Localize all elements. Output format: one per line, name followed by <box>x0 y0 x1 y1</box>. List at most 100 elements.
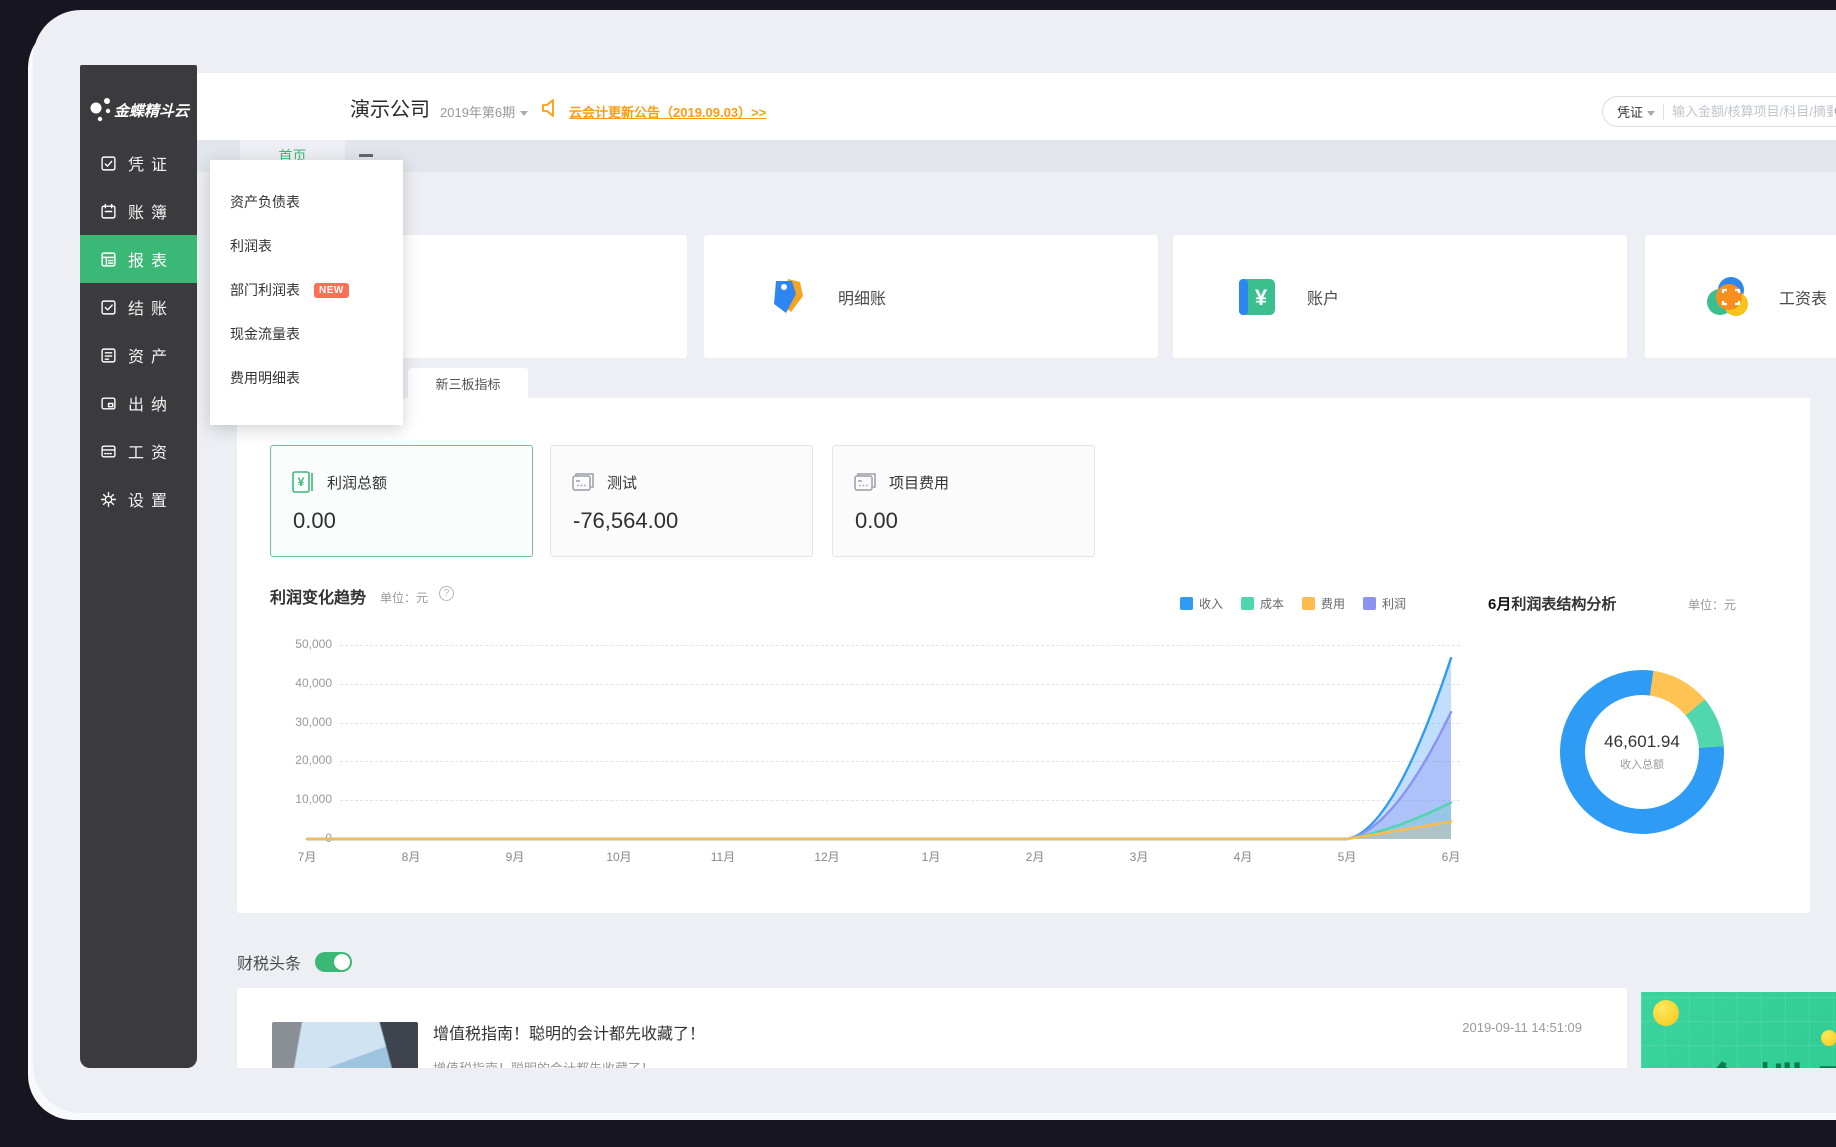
tab-collapse-icon[interactable] <box>359 154 373 157</box>
legend-swatch <box>1241 597 1254 610</box>
check-icon <box>100 299 117 316</box>
trend-legend: 收入 成本 费用 利润 <box>1180 595 1406 612</box>
menu-item-income-statement[interactable]: 利润表 <box>210 224 403 268</box>
trend-chart-unit: 单位：元 <box>380 589 428 606</box>
news-thumbnail[interactable] <box>272 1022 418 1068</box>
legend-item-收入[interactable]: 收入 <box>1180 595 1223 612</box>
quick-card-payroll-sheet[interactable]: 工资表 <box>1645 235 1836 358</box>
gridline <box>340 645 1460 646</box>
sidebar-item-settings[interactable]: 设置 <box>80 475 197 523</box>
panel-icon <box>853 470 877 494</box>
sidebar-item-label: 资产 <box>128 343 174 367</box>
banner-dot-icon <box>1821 1030 1836 1046</box>
stat-value: 0.00 <box>855 508 898 534</box>
gridline <box>340 761 1460 762</box>
chevron-down-icon <box>1647 111 1655 116</box>
announcement-link[interactable]: 云会计更新公告（2019.09.03）>> <box>569 102 766 121</box>
sidebar-item-reports[interactable]: 报表 <box>80 235 197 283</box>
legend-item-利润[interactable]: 利润 <box>1363 595 1406 612</box>
sidebar-item-closing[interactable]: 结账 <box>80 283 197 331</box>
panel-icon <box>571 470 595 494</box>
x-axis-tick: 8月 <box>389 848 433 865</box>
menu-item-balance-sheet[interactable]: 资产负债表 <box>210 180 403 224</box>
card-icon <box>100 443 117 460</box>
donut-center-value: 46,601.94 <box>1604 732 1680 752</box>
sidebar-item-books[interactable]: 账簿 <box>80 187 197 235</box>
donut-chart-unit: 单位：元 <box>1688 596 1736 613</box>
x-axis-tick: 9月 <box>493 848 537 865</box>
help-icon[interactable]: ? <box>439 586 454 601</box>
banner-dot-icon <box>1653 1000 1679 1026</box>
donut-center: 46,601.94 收入总额 <box>1585 695 1699 809</box>
sidebar-item-cashier[interactable]: 出纳 <box>80 379 197 427</box>
news-item-preview: 增值税指南！聪明的会计都先收藏了！ <box>433 1058 654 1068</box>
sidebar-item-label: 结账 <box>128 295 174 319</box>
y-axis-tick: 20,000 <box>262 753 332 767</box>
yuan-icon: ¥ <box>1231 271 1283 323</box>
x-axis-tick: 12月 <box>805 848 849 865</box>
trend-chart-title: 利润变化趋势 <box>270 584 366 608</box>
news-item-timestamp: 2019-09-11 14:51:09 <box>1462 1020 1582 1035</box>
sidebar-item-label: 出纳 <box>128 391 174 415</box>
sidebar-item-assets[interactable]: 资产 <box>80 331 197 379</box>
legend-item-成本[interactable]: 成本 <box>1241 595 1284 612</box>
x-axis-tick: 11月 <box>701 848 745 865</box>
stat-label: 项目费用 <box>889 472 949 493</box>
donut-title-rest: 利润表结构分析 <box>1511 596 1616 613</box>
y-axis-tick: 0 <box>262 831 332 845</box>
book-icon <box>100 203 117 220</box>
period-label: 2019年第6期 <box>440 105 515 120</box>
search-category-label: 凭证 <box>1617 105 1643 120</box>
subtab-neeq-metrics[interactable]: 新三板指标 <box>408 368 528 399</box>
announcement-icon <box>541 98 563 123</box>
toggle-knob <box>334 954 350 970</box>
y-axis-tick: 40,000 <box>262 676 332 690</box>
sidebar-item-label: 设置 <box>128 487 174 511</box>
gridline <box>340 723 1460 724</box>
promo-banner[interactable]: 金蝶云 <box>1641 992 1836 1068</box>
donut-chart: 46,601.94 收入总额 <box>1560 670 1724 834</box>
quick-card-detail-ledger[interactable]: 明细账 <box>704 235 1158 358</box>
legend-swatch <box>1302 597 1315 610</box>
sidebar-item-payroll[interactable]: 工资 <box>80 427 197 475</box>
legend-label: 收入 <box>1199 595 1223 612</box>
stat-value: 0.00 <box>293 508 336 534</box>
quick-card-label: 账户 <box>1307 285 1339 309</box>
menu-item-cash-flow[interactable]: 现金流量表 <box>210 312 403 356</box>
stat-value: -76,564.00 <box>573 508 678 534</box>
legend-label: 费用 <box>1321 595 1345 612</box>
period-selector[interactable]: 2019年第6期 <box>440 102 528 121</box>
search-input[interactable] <box>1672 104 1833 119</box>
x-axis-tick: 2月 <box>1013 848 1057 865</box>
quick-card-accounts[interactable]: ¥ 账户 <box>1173 235 1627 358</box>
search-category-select[interactable]: 凭证 <box>1617 102 1655 121</box>
global-search: 凭证 <box>1602 96 1836 127</box>
legend-label: 利润 <box>1382 595 1406 612</box>
stat-card-project-expense[interactable]: 项目费用 0.00 <box>832 445 1095 557</box>
profit-icon: ¥ <box>291 470 315 494</box>
news-item-title[interactable]: 增值税指南！聪明的会计都先收藏了！ <box>433 1020 705 1044</box>
y-axis-tick: 10,000 <box>262 792 332 806</box>
logo-text: 金蝶精斗云 <box>114 100 189 121</box>
news-section-header: 财税头条 <box>237 950 352 974</box>
menu-item-expense-detail[interactable]: 费用明细表 <box>210 356 403 400</box>
quick-card-label: 明细账 <box>838 285 886 309</box>
legend-swatch <box>1363 597 1376 610</box>
legend-item-费用[interactable]: 费用 <box>1302 595 1345 612</box>
sidebar-item-voucher[interactable]: 凭证 <box>80 139 197 187</box>
x-axis-tick: 6月 <box>1429 848 1473 865</box>
menu-item-dept-income[interactable]: 部门利润表NEW <box>210 268 403 312</box>
asset-icon <box>100 347 117 364</box>
stat-card-test-metric[interactable]: 测试-76,564.00 <box>550 445 813 557</box>
sidebar-item-label: 工资 <box>128 439 174 463</box>
x-axis-tick: 5月 <box>1325 848 1369 865</box>
donut-chart-title: 6月利润表结构分析 <box>1488 593 1616 614</box>
stat-label: 利润总额 <box>327 472 387 493</box>
new-badge: NEW <box>314 283 349 298</box>
legend-swatch <box>1180 597 1193 610</box>
news-toggle[interactable] <box>315 952 352 972</box>
stat-card-total-profit[interactable]: ¥ 利润总额 0.00 <box>270 445 533 557</box>
report-icon <box>100 251 117 268</box>
company-name[interactable]: 演示公司 <box>350 93 430 122</box>
menu-item-label: 资产负债表 <box>230 192 300 212</box>
